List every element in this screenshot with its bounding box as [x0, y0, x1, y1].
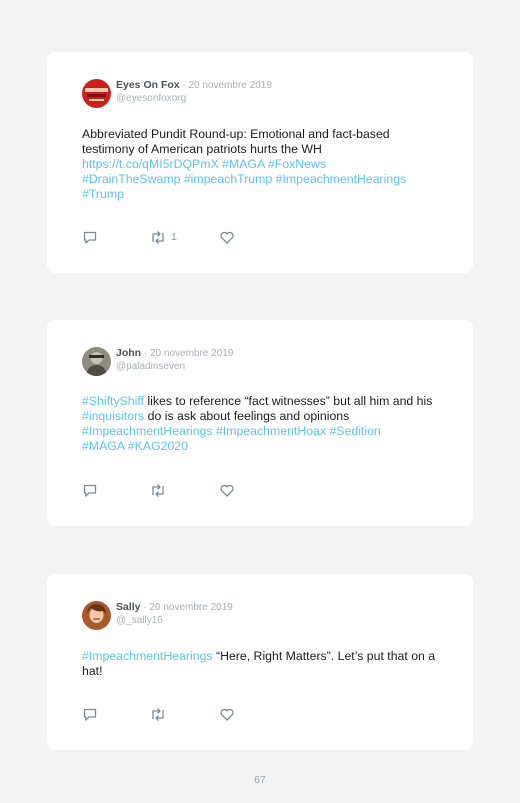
hashtag-link[interactable]: #ImpeachmentHearings: [82, 424, 213, 438]
reply-icon: [83, 231, 97, 244]
avatar[interactable]: [82, 601, 111, 630]
retweet-icon: [152, 230, 164, 244]
tweet-date[interactable]: 20 novembre 2019: [150, 348, 233, 359]
tweet-text-segment: likes to reference “fact witnesses” but …: [143, 394, 436, 408]
separator: ·: [141, 348, 150, 359]
like-icon: [220, 231, 234, 244]
tweet-header: Eyes On Fox · 20 novembre 2019 @eyesonfo…: [82, 79, 272, 108]
hashtag-link[interactable]: #Sedition: [329, 424, 380, 438]
retweet-icon: [152, 707, 164, 721]
hashtag-link[interactable]: #ImpeachmentHoax: [216, 424, 326, 438]
like-button[interactable]: [219, 229, 235, 245]
retweet-button[interactable]: 1: [149, 229, 219, 245]
retweet-button[interactable]: [149, 482, 219, 498]
tweet-date[interactable]: 20 novembre 2019: [189, 80, 272, 91]
tweet-card: Eyes On Fox · 20 novembre 2019 @eyesonfo…: [47, 52, 473, 273]
hashtag-link[interactable]: #MAGA: [82, 439, 124, 453]
tweet-text-segment: Abbreviated Pundit Round-up: Emotional a…: [82, 127, 390, 156]
avatar[interactable]: [82, 347, 111, 376]
tweet-text-segment: do is ask about feelings and opinions: [147, 409, 350, 423]
like-button[interactable]: [219, 706, 235, 722]
hashtag-link[interactable]: #ImpeachmentHearings: [82, 649, 213, 663]
tweet-header: John · 20 novembre 2019 @paladinseven: [82, 347, 233, 376]
tweet-card: Sally · 20 novembre 2019 @_sally16 #Impe…: [47, 574, 473, 750]
reply-icon: [83, 708, 97, 721]
hashtag-link[interactable]: #FoxNews: [268, 157, 326, 171]
hashtag-link[interactable]: #ImpeachmentHearings: [276, 172, 407, 186]
author-name[interactable]: John: [116, 347, 141, 359]
like-icon: [220, 484, 234, 497]
tweet-text: #ShiftyShiff likes to reference “fact wi…: [82, 394, 442, 454]
hashtag-link[interactable]: #inquisitors: [82, 409, 144, 423]
author-handle[interactable]: @paladinseven: [116, 360, 233, 373]
tweet-actions: [82, 706, 235, 722]
author-handle[interactable]: @_sally16: [116, 614, 233, 627]
separator: ·: [179, 80, 189, 91]
author-handle[interactable]: @eyesonfoxorg: [116, 92, 272, 105]
hashtag-link[interactable]: #ShiftyShiff: [82, 394, 144, 408]
page-number: 67: [254, 774, 266, 786]
tweet-actions: [82, 482, 235, 498]
tweet-header: Sally · 20 novembre 2019 @_sally16: [82, 601, 233, 630]
author-name[interactable]: Eyes On Fox: [116, 79, 180, 91]
url-link[interactable]: https://t.co/qMI5rDQPmX: [82, 157, 219, 171]
tweet-text: Abbreviated Pundit Round-up: Emotional a…: [82, 127, 442, 202]
retweet-button[interactable]: [149, 706, 219, 722]
reply-button[interactable]: [82, 706, 149, 722]
retweet-count: 1: [171, 231, 177, 243]
hashtag-link[interactable]: #MAGA: [222, 157, 264, 171]
retweet-icon: [152, 483, 164, 497]
like-icon: [220, 708, 234, 721]
hashtag-link[interactable]: #impeachTrump: [184, 172, 272, 186]
tweet-card: John · 20 novembre 2019 @paladinseven #S…: [47, 320, 473, 526]
hashtag-link[interactable]: #DrainTheSwamp: [82, 172, 180, 186]
reply-button[interactable]: [82, 229, 149, 245]
tweet-actions: 1: [82, 229, 235, 245]
avatar[interactable]: [82, 79, 111, 108]
hashtag-link[interactable]: #KAG2020: [128, 439, 188, 453]
author-name[interactable]: Sally: [116, 601, 141, 613]
like-button[interactable]: [219, 482, 235, 498]
tweet-date[interactable]: 20 novembre 2019: [149, 602, 232, 613]
reply-button[interactable]: [82, 482, 149, 498]
tweet-text: #ImpeachmentHearings “Here, Right Matter…: [82, 649, 442, 679]
hashtag-link[interactable]: #Trump: [82, 187, 124, 201]
reply-icon: [83, 484, 97, 497]
